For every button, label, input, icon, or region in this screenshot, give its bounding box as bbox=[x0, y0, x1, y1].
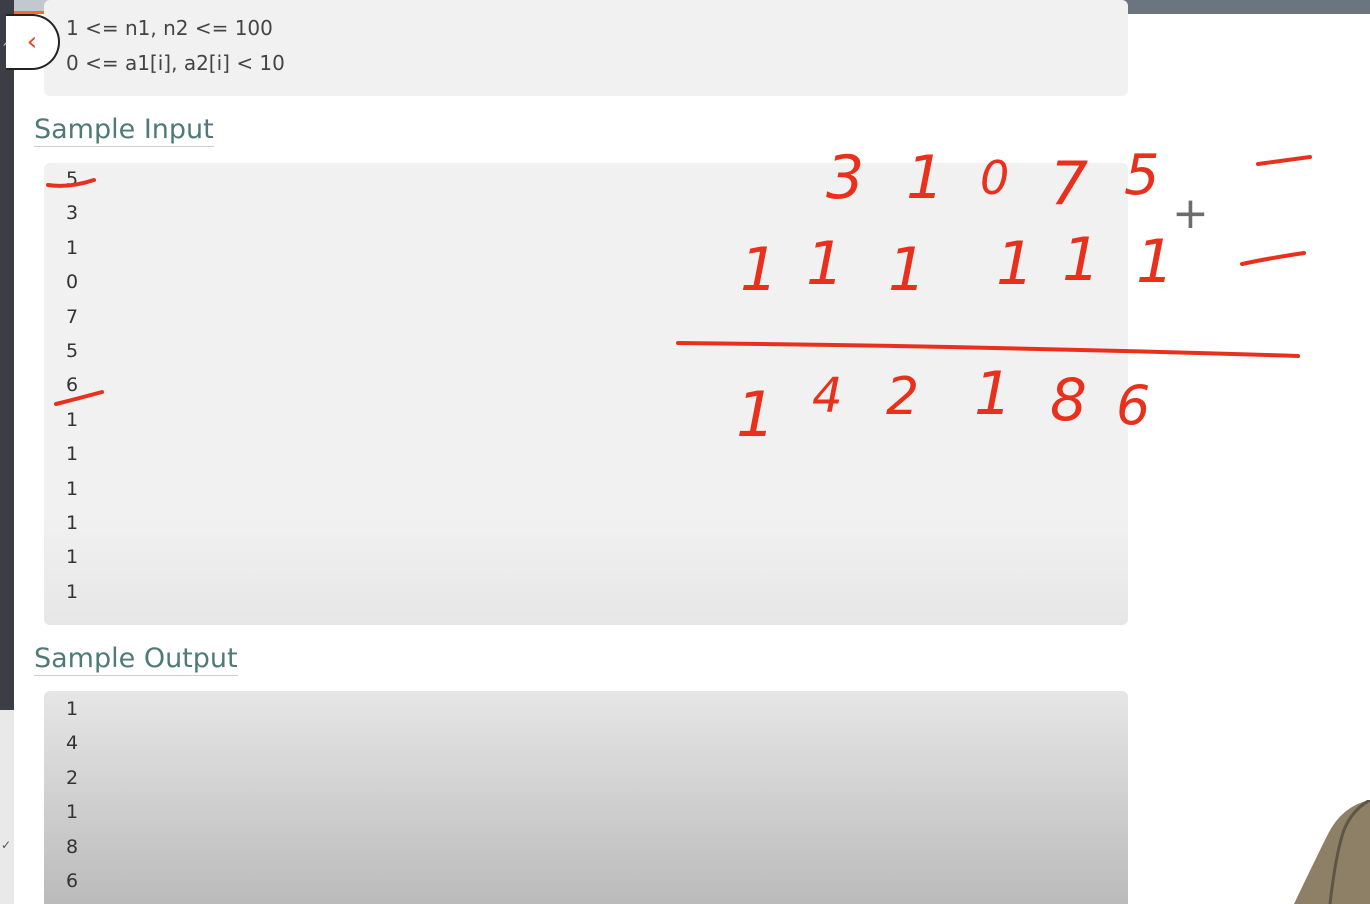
input-line: 0 bbox=[66, 271, 79, 294]
sample-output-list: 1 4 2 1 8 6 bbox=[66, 692, 78, 898]
input-line: 1 bbox=[66, 477, 79, 500]
checkmark-icon: ✓ bbox=[1, 838, 12, 852]
input-line: 5 bbox=[66, 339, 79, 362]
sample-output-heading: Sample Output bbox=[34, 643, 238, 676]
input-line: 6 bbox=[66, 374, 79, 397]
input-line: 1 bbox=[66, 408, 79, 431]
sample-output-box bbox=[44, 691, 1128, 904]
page: ^ ✓ 1 <= n1, n2 <= 100 0 <= a1[i], a2[i]… bbox=[0, 0, 1370, 904]
sample-input-list: 5 3 1 0 7 5 6 1 1 1 1 1 1 bbox=[66, 162, 78, 609]
constraint-line: 1 <= n1, n2 <= 100 bbox=[66, 16, 273, 40]
output-line: 8 bbox=[66, 835, 79, 858]
presenter-silhouette bbox=[1294, 800, 1370, 904]
output-line: 4 bbox=[66, 732, 79, 755]
output-line: 1 bbox=[66, 698, 79, 720]
left-sidebar-lower bbox=[0, 710, 14, 904]
row2-arrow bbox=[1240, 251, 1306, 266]
constraint-line: 0 <= a1[i], a2[i] < 10 bbox=[66, 51, 285, 75]
row2-digit: 1 bbox=[1136, 227, 1174, 297]
back-button[interactable]: ‹ bbox=[6, 14, 60, 70]
input-line: 5 bbox=[66, 168, 79, 190]
sample-input-box bbox=[44, 163, 1128, 625]
plus-operator: + bbox=[1172, 188, 1209, 239]
input-line: 1 bbox=[66, 580, 79, 603]
left-sidebar-strip: ^ ✓ bbox=[0, 0, 14, 904]
input-line: 1 bbox=[66, 236, 79, 259]
row1-digit: 5 bbox=[1124, 143, 1160, 208]
row1-arrow bbox=[1256, 155, 1312, 166]
constraints-box bbox=[44, 0, 1128, 96]
output-line: 2 bbox=[66, 766, 79, 789]
chevron-left-icon: ‹ bbox=[26, 27, 38, 57]
input-line: 1 bbox=[66, 443, 79, 466]
input-line: 7 bbox=[66, 305, 79, 328]
input-line: 1 bbox=[66, 546, 79, 569]
sample-input-heading: Sample Input bbox=[34, 114, 214, 147]
input-line: 3 bbox=[66, 202, 79, 225]
output-line: 1 bbox=[66, 801, 79, 824]
input-line: 1 bbox=[66, 511, 79, 534]
output-line: 6 bbox=[66, 869, 79, 892]
